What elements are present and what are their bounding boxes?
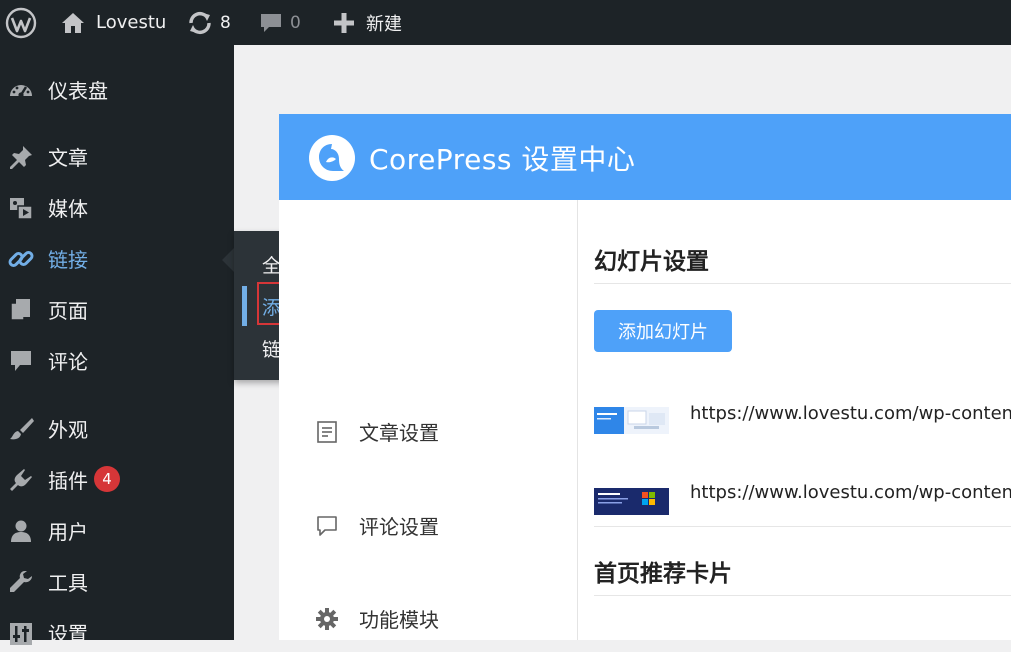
settings-nav: 文章设置 评论设置 功能模块 xyxy=(279,200,578,640)
gear-icon xyxy=(315,607,339,631)
site-name: Lovestu xyxy=(96,12,167,33)
plugin-update-badge: 4 xyxy=(94,466,120,492)
menu-label: 链接 xyxy=(48,247,88,272)
menu-label: 设置 xyxy=(48,621,88,646)
menu-label: 用户 xyxy=(48,519,88,544)
section-divider xyxy=(594,595,1011,596)
slide-url: https://www.lovestu.com/wp-conten xyxy=(690,482,1011,503)
user-icon xyxy=(8,518,34,544)
refresh-icon xyxy=(186,9,214,37)
new-label: 新建 xyxy=(366,13,402,35)
slide-thumbnail[interactable] xyxy=(594,488,669,515)
menu-item-appearance[interactable]: 外观 xyxy=(0,408,234,448)
comment-bubble-icon xyxy=(258,10,284,36)
menu-label: 插件 xyxy=(48,468,88,493)
corepress-logo-icon xyxy=(309,135,355,181)
admin-bar: Lovestu 8 0 新建 xyxy=(0,0,1011,45)
section-divider xyxy=(594,526,1011,527)
pin-icon xyxy=(8,144,34,170)
chat-icon xyxy=(315,514,339,538)
menu-item-settings[interactable]: 设置 xyxy=(0,612,234,652)
settings-icon xyxy=(8,620,34,646)
brush-icon xyxy=(8,416,34,442)
menu-label: 评论 xyxy=(48,349,88,374)
slides-section-title: 幻灯片设置 xyxy=(594,249,709,275)
nav-label: 文章设置 xyxy=(359,421,439,445)
site-name-link[interactable]: Lovestu xyxy=(60,0,166,45)
menu-item-posts[interactable]: 文章 xyxy=(0,136,234,176)
cards-section-title: 首页推荐卡片 xyxy=(594,561,732,587)
admin-menu: 仪表盘 文章 媒体 链接 页面 评论 外观 插件 4 用户 工具 设置 xyxy=(0,45,234,646)
menu-item-media[interactable]: 媒体 xyxy=(0,187,234,227)
nav-comment-settings[interactable]: 评论设置 xyxy=(315,511,439,540)
new-content-link[interactable]: 新建 xyxy=(332,0,402,45)
menu-item-pages[interactable]: 页面 xyxy=(0,289,234,329)
menu-label: 页面 xyxy=(48,298,88,323)
nav-article-settings[interactable]: 文章设置 xyxy=(315,417,439,446)
document-icon xyxy=(315,420,339,444)
comment-icon xyxy=(8,348,34,374)
flyout-pointer xyxy=(222,248,234,272)
menu-item-comments[interactable]: 评论 xyxy=(0,340,234,380)
plugin-icon xyxy=(8,467,34,493)
wordpress-logo-icon[interactable] xyxy=(5,0,37,45)
nav-label: 评论设置 xyxy=(359,515,439,539)
menu-item-plugins[interactable]: 插件 4 xyxy=(0,459,234,499)
corepress-settings-panel: CorePress 设置中心 文章设置 评论设置 功能模块 幻灯片设置 添加幻灯… xyxy=(279,114,1011,640)
slide-thumbnail[interactable] xyxy=(594,407,669,434)
add-slide-button[interactable]: 添加幻灯片 xyxy=(594,310,732,352)
nav-label: 功能模块 xyxy=(359,608,439,632)
updates-count: 8 xyxy=(220,12,231,33)
link-icon xyxy=(8,246,34,272)
plus-icon xyxy=(332,11,356,35)
panel-title: CorePress 设置中心 xyxy=(369,143,636,176)
menu-item-dashboard[interactable]: 仪表盘 xyxy=(0,69,234,109)
media-icon xyxy=(8,195,34,221)
menu-label: 外观 xyxy=(48,417,88,442)
menu-item-users[interactable]: 用户 xyxy=(0,510,234,550)
wrench-icon xyxy=(8,569,34,595)
updates-link[interactable]: 8 xyxy=(186,0,231,45)
slide-url: https://www.lovestu.com/wp-conten xyxy=(690,403,1011,424)
comments-count: 0 xyxy=(290,12,301,33)
submenu-current-indicator xyxy=(242,286,247,326)
settings-content: 幻灯片设置 添加幻灯片 https://www.lovestu.com/wp-c… xyxy=(594,200,1011,640)
section-divider xyxy=(594,283,1011,284)
menu-label: 媒体 xyxy=(48,196,88,221)
menu-label: 文章 xyxy=(48,145,88,170)
dashboard-icon xyxy=(8,77,34,103)
menu-item-links[interactable]: 链接 xyxy=(0,238,234,278)
panel-header: CorePress 设置中心 xyxy=(279,114,1011,200)
slide-row: https://www.lovestu.com/wp-conten xyxy=(594,395,1011,435)
comments-link[interactable]: 0 xyxy=(258,0,301,45)
menu-item-tools[interactable]: 工具 xyxy=(0,561,234,601)
page-icon xyxy=(8,297,34,323)
nav-feature-modules[interactable]: 功能模块 xyxy=(315,604,439,633)
home-icon xyxy=(60,10,86,36)
slide-row: https://www.lovestu.com/wp-conten xyxy=(594,466,1011,515)
menu-label: 仪表盘 xyxy=(48,78,108,103)
menu-label: 工具 xyxy=(48,570,88,595)
